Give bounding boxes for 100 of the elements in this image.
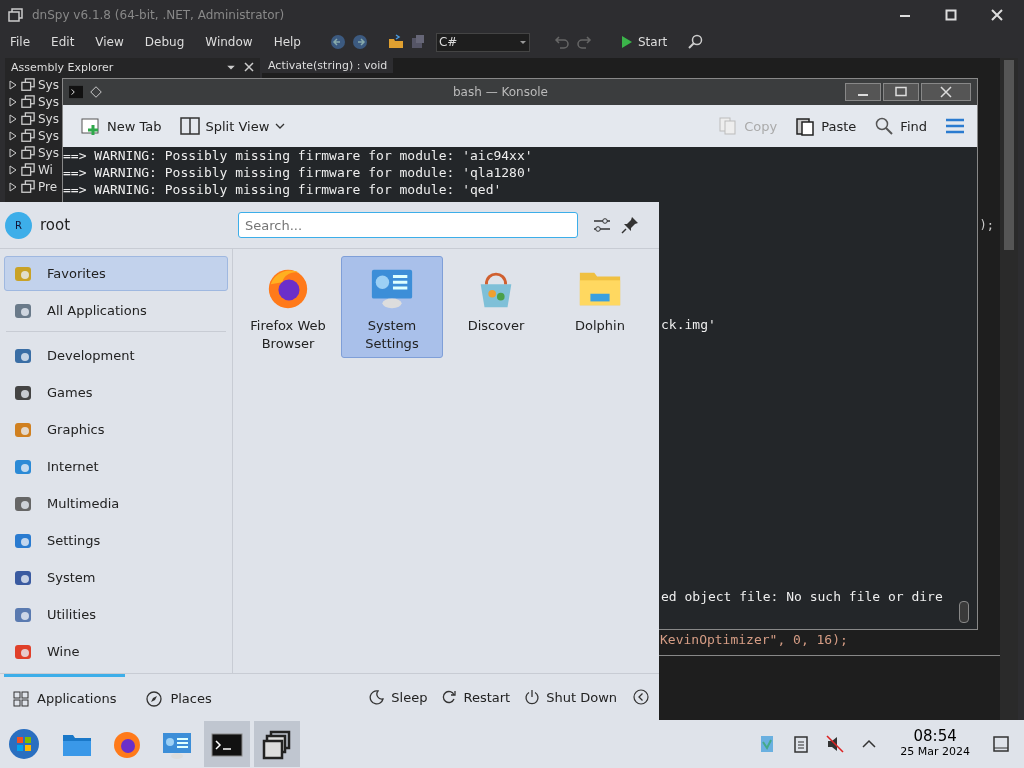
category-item[interactable]: Settings (4, 523, 228, 558)
close-icon[interactable] (244, 62, 254, 72)
tree-item[interactable]: Sys (38, 111, 59, 126)
category-item[interactable]: Favorites (4, 256, 228, 291)
power-button[interactable]: Sleep (365, 689, 432, 705)
taskbar-app[interactable] (254, 721, 300, 767)
tree-item[interactable]: Wi (38, 162, 53, 177)
expand-icon[interactable] (8, 130, 18, 141)
open-folder-icon[interactable] (388, 34, 404, 50)
window-title: bash — Konsole (453, 85, 548, 99)
window-title: dnSpy v6.1.8 (64-bit, .NET, Administrator) (32, 8, 285, 22)
toolbar-button[interactable]: New Tab (75, 112, 168, 140)
terminal-line: ed object file: No such file or dire (661, 589, 943, 604)
app-tile[interactable]: Dolphin (549, 256, 651, 358)
expand-icon[interactable] (8, 79, 18, 90)
app-tile[interactable]: Discover (445, 256, 547, 358)
compass-icon (146, 690, 163, 707)
document-tab[interactable]: Activate(string) : void (262, 58, 394, 73)
expand-icon[interactable] (8, 96, 18, 107)
category-item[interactable]: Internet (4, 449, 228, 484)
launcher-tab[interactable]: Places (137, 674, 221, 720)
category-item[interactable]: Games (4, 375, 228, 410)
search-icon (874, 116, 895, 136)
tree-item[interactable]: Sys (38, 145, 59, 160)
tree-item[interactable]: Sys (38, 77, 59, 92)
search-icon[interactable] (687, 34, 704, 50)
maximize-icon[interactable] (883, 83, 919, 101)
redo-icon[interactable] (576, 34, 592, 50)
app-tile[interactable]: System Settings (341, 256, 443, 358)
new-tab-icon (81, 116, 101, 136)
forward-icon[interactable] (352, 34, 368, 50)
assembly-icon (21, 128, 35, 143)
start-menu-icon[interactable] (8, 728, 40, 760)
start-button[interactable]: Start (616, 34, 674, 50)
muted-volume-icon[interactable] (825, 734, 846, 754)
clock-date[interactable]: 25 Mar 2024 (900, 744, 970, 759)
language-dropdown[interactable]: C# (436, 32, 530, 52)
back-icon[interactable] (330, 34, 346, 50)
menu-item[interactable]: Edit (45, 35, 81, 49)
filter-icon[interactable] (592, 215, 612, 235)
app-tile[interactable]: Firefox Web Browser (237, 256, 339, 358)
category-item[interactable]: Graphics (4, 412, 228, 447)
user-name: root (40, 216, 72, 234)
assembly-icon (21, 145, 35, 160)
user-avatar[interactable]: R (5, 211, 32, 239)
terminal-line: ==> WARNING: Possibly missing firmware for module: 'qla1280' (63, 165, 533, 180)
code-text: ); (979, 218, 994, 232)
toolbar-button[interactable]: Paste (789, 112, 863, 140)
undo-icon[interactable] (554, 34, 570, 50)
window-icon (8, 7, 24, 23)
expand-icon[interactable] (8, 113, 18, 124)
assembly-icon (21, 77, 35, 92)
caret-icon (519, 38, 527, 46)
back-icon[interactable] (633, 689, 649, 705)
category-item[interactable]: Development (4, 338, 228, 373)
menu-item[interactable]: File (4, 35, 37, 49)
menu-item[interactable]: View (89, 35, 130, 49)
toolbar-button[interactable]: Find (868, 112, 933, 140)
terminal-line: ==> WARNING: Possibly missing firmware for module: 'aic94xx' (63, 148, 533, 163)
toolbar-button[interactable]: Split View (173, 112, 292, 140)
chevron-down-icon (275, 121, 286, 131)
show-desktop-icon[interactable] (991, 734, 1011, 754)
assembly-icon (21, 179, 35, 194)
copy-icon (718, 116, 739, 136)
power-button[interactable]: Shut Down (520, 689, 621, 705)
code-text: KevinOptimizer", 0, 16); (660, 632, 848, 647)
category-item[interactable]: Multimedia (4, 486, 228, 521)
restart-icon (441, 689, 458, 705)
tree-item[interactable]: Pre (38, 179, 58, 194)
power-button[interactable]: Restart (437, 689, 515, 705)
category-item[interactable]: System (4, 560, 228, 595)
expand-icon[interactable] (8, 147, 18, 158)
windows-icon (261, 729, 293, 761)
paste-icon (795, 116, 816, 136)
scrollbar-thumb[interactable] (1004, 60, 1014, 250)
tree-item[interactable]: Sys (38, 94, 59, 109)
clock-time[interactable]: 08:54 (913, 729, 957, 744)
expand-icon[interactable] (8, 164, 18, 175)
expand-icon[interactable] (8, 181, 18, 192)
tree-item[interactable]: Sys (38, 128, 59, 143)
menu-icon[interactable] (945, 116, 965, 136)
minimize-icon[interactable] (845, 83, 881, 101)
browser-icon (111, 729, 143, 761)
menu-item[interactable]: Debug (138, 35, 191, 49)
assembly-icon (21, 94, 35, 109)
taskbar-app[interactable] (204, 721, 250, 767)
assembly-icon (21, 111, 35, 126)
grid-icon (13, 690, 29, 707)
category-item[interactable]: All Applications (4, 293, 228, 328)
panel-title: Assembly Explorer (11, 60, 114, 74)
search-field[interactable]: Search... (238, 212, 578, 238)
category-item[interactable]: Utilities (4, 597, 228, 632)
close-icon[interactable] (921, 83, 971, 101)
menu-item[interactable]: Window (199, 35, 259, 49)
scrollbar-thumb[interactable] (959, 601, 969, 623)
terminal-icon (69, 85, 83, 99)
save-icon[interactable] (410, 34, 426, 50)
menu-item[interactable]: Help (267, 35, 307, 49)
terminal-line: ==> WARNING: Possibly missing firmware for module: 'qed' (63, 182, 502, 197)
category-item[interactable]: Wine (4, 634, 228, 669)
